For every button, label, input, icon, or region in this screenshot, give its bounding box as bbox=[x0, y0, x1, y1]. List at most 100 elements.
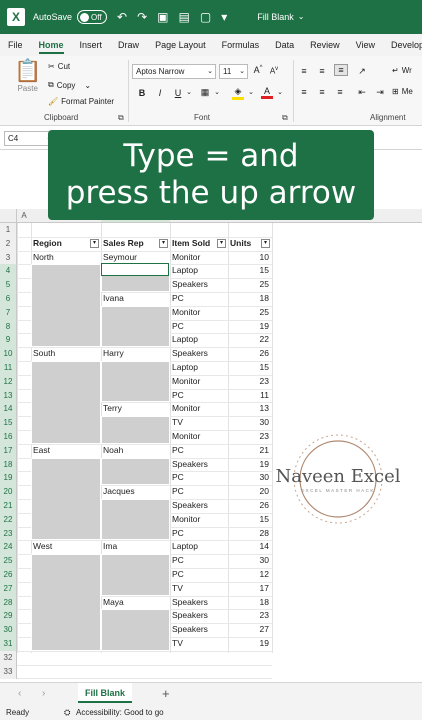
row-header[interactable]: 30 bbox=[0, 623, 17, 638]
filter-dropdown-icon[interactable]: ▾ bbox=[90, 239, 99, 249]
print-preview-icon[interactable]: ▤ bbox=[179, 11, 190, 23]
cell-d21[interactable]: Speakers bbox=[170, 499, 228, 513]
cell-e18[interactable]: 19 bbox=[228, 458, 272, 472]
align-middle-icon[interactable]: ≡ bbox=[316, 66, 328, 76]
cell-d23[interactable]: PC bbox=[170, 527, 228, 541]
autosave-toggle[interactable]: Off bbox=[77, 10, 108, 24]
row-header[interactable]: 19 bbox=[0, 471, 17, 486]
borders-chevron-icon[interactable]: ⌄ bbox=[211, 88, 223, 96]
cell-c10[interactable]: Harry bbox=[101, 347, 170, 361]
cell-e17[interactable]: 21 bbox=[228, 444, 272, 458]
borders-icon[interactable]: ▦ bbox=[199, 87, 211, 98]
column-header-a[interactable]: A bbox=[17, 209, 31, 223]
cell-e31[interactable]: 19 bbox=[228, 637, 272, 651]
cell-d10[interactable]: Speakers bbox=[170, 347, 228, 361]
fill-color-icon[interactable]: ◈ bbox=[232, 86, 244, 100]
row-header[interactable]: 5 bbox=[0, 278, 17, 293]
cell-e13[interactable]: 11 bbox=[228, 389, 272, 403]
select-all-corner[interactable] bbox=[0, 209, 17, 223]
tab-draw[interactable]: Draw bbox=[110, 34, 147, 56]
cell-d13[interactable]: PC bbox=[170, 389, 228, 403]
customize-icon[interactable]: ▾ bbox=[221, 11, 227, 23]
row-header[interactable]: 22 bbox=[0, 512, 17, 527]
cell-d24[interactable]: Laptop bbox=[170, 540, 228, 554]
cell-e23[interactable]: 28 bbox=[228, 527, 272, 541]
row-header[interactable]: 28 bbox=[0, 595, 17, 610]
cell-e11[interactable]: 15 bbox=[228, 361, 272, 375]
cell-d7[interactable]: Monitor bbox=[170, 306, 228, 320]
row-header[interactable]: 27 bbox=[0, 581, 17, 596]
cell-e22[interactable]: 15 bbox=[228, 513, 272, 527]
cell-d26[interactable]: PC bbox=[170, 568, 228, 582]
paste-button[interactable]: 📋 Paste bbox=[14, 60, 41, 94]
cell-e25[interactable]: 30 bbox=[228, 554, 272, 568]
row-header[interactable]: 21 bbox=[0, 499, 17, 513]
row-header[interactable]: 13 bbox=[0, 388, 17, 403]
font-launcher-icon[interactable]: ⧉ bbox=[282, 113, 288, 123]
cell-d22[interactable]: Monitor bbox=[170, 513, 228, 527]
decrease-indent-icon[interactable]: ⇤ bbox=[356, 87, 368, 98]
row-header[interactable]: 4 bbox=[0, 264, 17, 279]
cell-e26[interactable]: 12 bbox=[228, 568, 272, 582]
cell-b3[interactable]: North bbox=[31, 251, 101, 265]
accessibility-icon[interactable]: ⛭ bbox=[64, 706, 70, 720]
align-right-icon[interactable]: ≡ bbox=[334, 87, 346, 97]
cell-b24[interactable]: West bbox=[31, 540, 101, 554]
cell-c6[interactable]: Ivana bbox=[101, 292, 170, 306]
cell-b17[interactable]: East bbox=[31, 444, 101, 458]
cell-d16[interactable]: Monitor bbox=[170, 430, 228, 444]
cell-e10[interactable]: 26 bbox=[228, 347, 272, 361]
font-color-icon[interactable]: A bbox=[261, 86, 273, 99]
grow-font-button[interactable]: A^ bbox=[252, 65, 264, 75]
cell-d25[interactable]: PC bbox=[170, 554, 228, 568]
scroll-right-icon[interactable]: › bbox=[42, 688, 45, 699]
cell-d4[interactable]: Laptop bbox=[170, 264, 228, 278]
italic-button[interactable]: I bbox=[154, 88, 166, 98]
tab-file[interactable]: File bbox=[0, 34, 31, 56]
accessibility-status[interactable]: Accessibility: Good to go bbox=[76, 706, 164, 720]
scroll-left-icon[interactable]: ‹ bbox=[18, 688, 21, 699]
cell-d30[interactable]: Speakers bbox=[170, 623, 228, 637]
cell-e29[interactable]: 23 bbox=[228, 609, 272, 623]
filter-dropdown-icon[interactable]: ▾ bbox=[217, 239, 226, 249]
tab-insert[interactable]: Insert bbox=[72, 34, 111, 56]
cell-c24[interactable]: Ima bbox=[101, 540, 170, 554]
cell-d29[interactable]: Speakers bbox=[170, 609, 228, 623]
tab-formulas[interactable]: Formulas bbox=[214, 34, 268, 56]
cell-e28[interactable]: 18 bbox=[228, 596, 272, 610]
bold-button[interactable]: B bbox=[136, 88, 148, 98]
row-header[interactable]: 12 bbox=[0, 374, 17, 389]
cell-d15[interactable]: TV bbox=[170, 416, 228, 430]
cell-d27[interactable]: TV bbox=[170, 582, 228, 596]
cell-d9[interactable]: Laptop bbox=[170, 333, 228, 347]
wrap-text-button[interactable]: ↵ Wr bbox=[392, 66, 412, 75]
orientation-icon[interactable]: ↗ bbox=[356, 66, 368, 77]
row-header[interactable]: 33 bbox=[0, 664, 17, 679]
cell-d14[interactable]: Monitor bbox=[170, 402, 228, 416]
merge-center-button[interactable]: ⊞ Me bbox=[392, 87, 413, 96]
cell-d8[interactable]: PC bbox=[170, 320, 228, 334]
cell-e8[interactable]: 19 bbox=[228, 320, 272, 334]
row-header[interactable]: 23 bbox=[0, 526, 17, 541]
copy-button[interactable]: ⧉ Copy ⌄ bbox=[48, 80, 91, 90]
cell-d3[interactable]: Monitor bbox=[170, 251, 228, 265]
cell-d31[interactable]: TV bbox=[170, 637, 228, 651]
cell-d18[interactable]: Speakers bbox=[170, 458, 228, 472]
row-header[interactable]: 20 bbox=[0, 485, 17, 500]
cell-b10[interactable]: South bbox=[31, 347, 101, 361]
cell-e9[interactable]: 22 bbox=[228, 333, 272, 347]
row-header[interactable]: 7 bbox=[0, 305, 17, 320]
tab-home[interactable]: Home bbox=[31, 34, 72, 56]
cell-e14[interactable]: 13 bbox=[228, 402, 272, 416]
clipboard-launcher-icon[interactable]: ⧉ bbox=[118, 113, 124, 123]
cell-d19[interactable]: PC bbox=[170, 471, 228, 485]
cell-e4[interactable]: 15 bbox=[228, 264, 272, 278]
active-cell-c4[interactable] bbox=[101, 263, 169, 276]
cell-c17[interactable]: Noah bbox=[101, 444, 170, 458]
cell-e15[interactable]: 30 bbox=[228, 416, 272, 430]
cell-e16[interactable]: 23 bbox=[228, 430, 272, 444]
tab-data[interactable]: Data bbox=[267, 34, 302, 56]
row-header[interactable]: 17 bbox=[0, 443, 17, 458]
cell-e6[interactable]: 18 bbox=[228, 292, 272, 306]
undo-icon[interactable]: ↶ bbox=[117, 11, 127, 23]
